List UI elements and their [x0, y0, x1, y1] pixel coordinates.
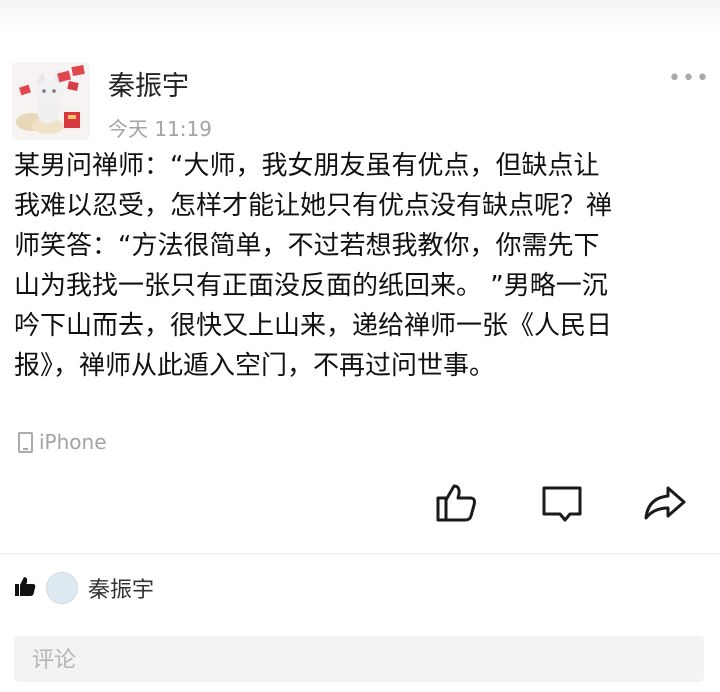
top-band [0, 0, 720, 34]
post-content: 某男问禅师：“大师，我女朋友虽有优点，但缺点让 我难以忍受，怎样才能让她只有优点… [14, 146, 714, 386]
device-label: iPhone [39, 430, 107, 454]
comment-input[interactable] [14, 636, 694, 684]
content-line: 吟下山而去，很快又上山来，递给禅师一张《人民日 [14, 311, 613, 341]
avatar[interactable] [12, 62, 90, 140]
comment-box [14, 636, 704, 684]
post-author[interactable]: 秦振宇 [108, 64, 189, 103]
likes-row: 秦振宇 [14, 572, 154, 604]
thumbs-up-icon [14, 575, 36, 601]
content-line: 师笑答：“方法很简单，不过若想我教你，你需先下 [14, 231, 600, 261]
share-icon[interactable] [640, 478, 688, 526]
content-line: 报》，禅师从此遁入空门，不再过问世事。 [14, 351, 496, 381]
device-source: iPhone [18, 430, 107, 454]
content-line: 某男问禅师：“大师，我女朋友虽有优点，但缺点让 [14, 151, 600, 181]
post-time: 今天 11:19 [108, 117, 212, 141]
content-line: 我难以忍受，怎样才能让她只有优点没有缺点呢？禅 [14, 191, 613, 221]
thumbs-up-icon[interactable] [432, 478, 480, 526]
liker-name[interactable]: 秦振宇 [88, 572, 154, 604]
more-dots-icon[interactable]: ••• [668, 66, 710, 91]
divider [0, 553, 720, 554]
comment-icon[interactable] [538, 478, 586, 526]
phone-icon [18, 431, 33, 453]
liker-avatar[interactable] [46, 572, 78, 604]
content-line: 山为我找一张只有正面没反面的纸回来。 ”男略一沉 [14, 271, 608, 301]
